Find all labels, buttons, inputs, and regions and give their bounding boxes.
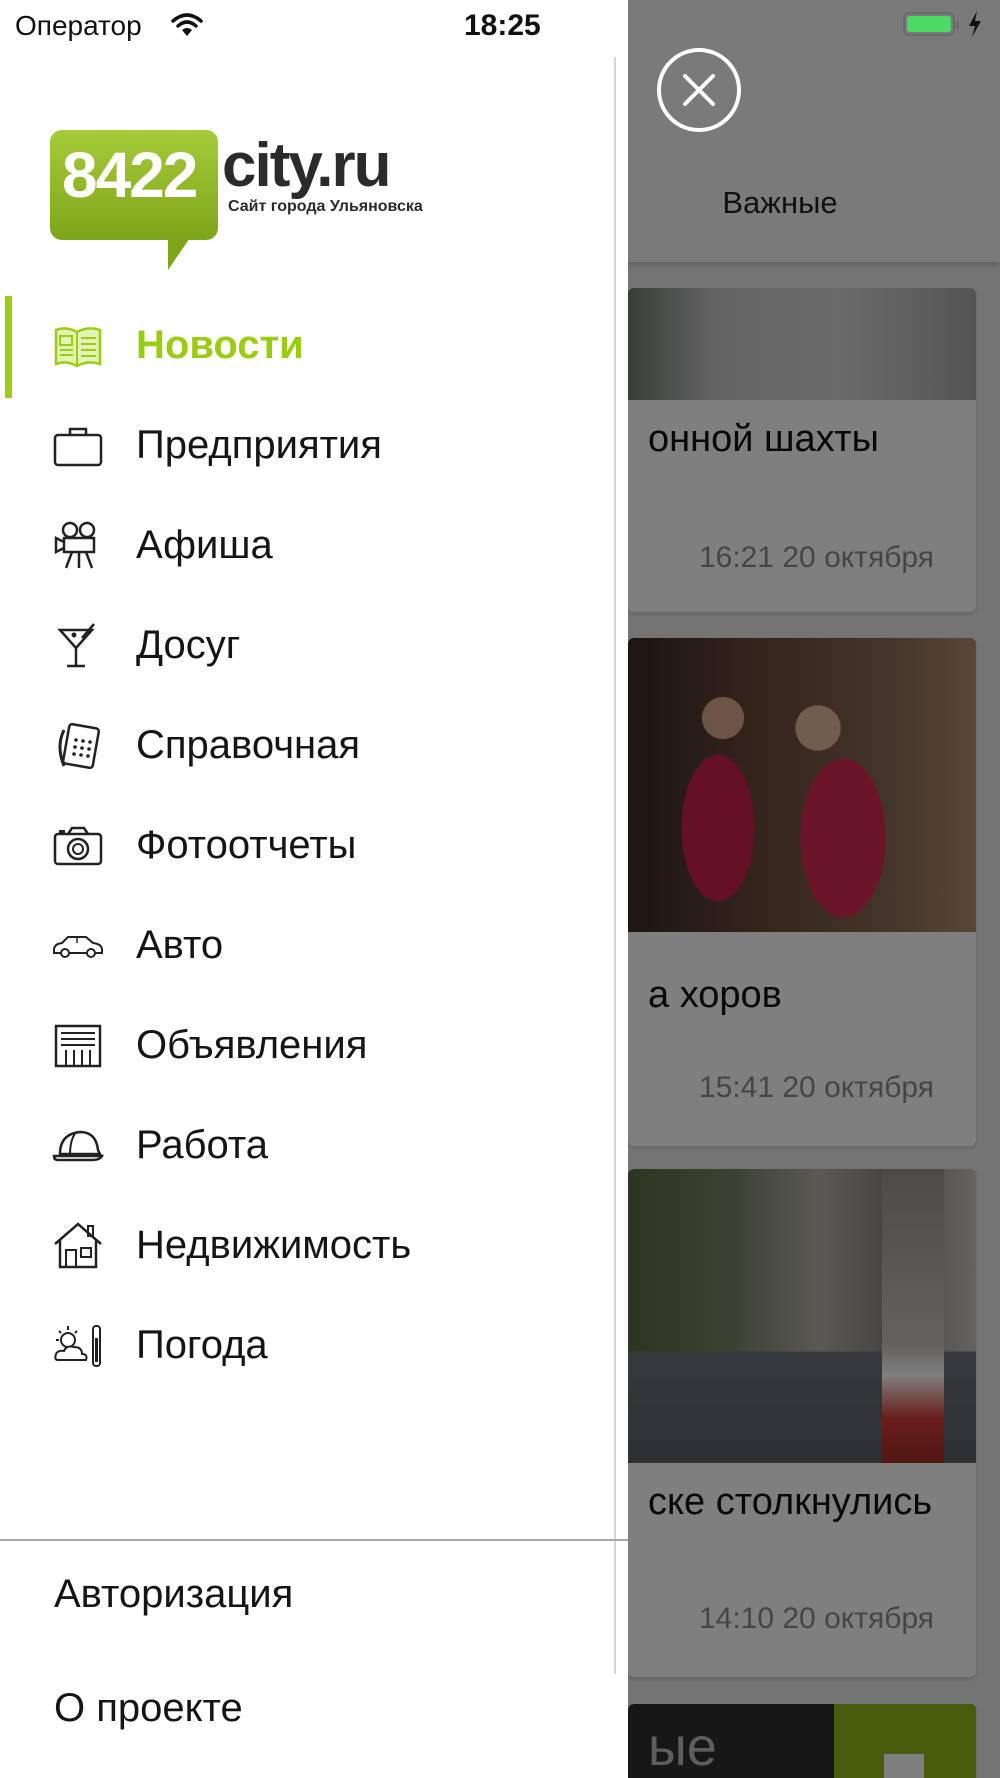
house-icon	[54, 1222, 102, 1269]
menu-item-weather[interactable]: Погода	[0, 1296, 628, 1396]
status-time: 18:25	[464, 9, 541, 42]
weather-icon	[54, 1325, 101, 1367]
menu-item-about[interactable]: О проекте	[0, 1662, 628, 1762]
menu-item-auto[interactable]: Авто	[0, 896, 628, 996]
wifi-icon	[171, 13, 203, 36]
ads-board-icon	[54, 1024, 102, 1068]
menu-item-directory[interactable]: Справочная	[0, 696, 628, 796]
menu-item-label: Недвижимость	[136, 1223, 412, 1267]
menu-divider	[0, 1539, 628, 1541]
logo-site-name: city.ru	[222, 131, 391, 200]
menu-item-jobs[interactable]: Работа	[0, 1096, 628, 1196]
menu-item-label: Авторизация	[54, 1572, 294, 1616]
menu-item-photo-reports[interactable]: Фотоотчеты	[0, 796, 628, 896]
camera-icon	[53, 826, 103, 866]
menu-item-label: Авто	[136, 923, 224, 967]
phone-icon	[58, 722, 101, 770]
menu-item-afisha[interactable]: Афиша	[0, 496, 628, 596]
menu-item-label: Афиша	[136, 523, 273, 567]
menu-item-label: Новости	[136, 323, 304, 367]
status-bar: Оператор 18:25	[0, 0, 1000, 52]
briefcase-icon	[53, 427, 103, 467]
menu-item-label: Объявления	[136, 1023, 368, 1067]
menu-item-label: Досуг	[136, 623, 241, 667]
menu-item-companies[interactable]: Предприятия	[0, 396, 628, 496]
menu-item-label: Работа	[136, 1123, 268, 1167]
menu-item-ads[interactable]: Объявления	[0, 996, 628, 1096]
menu-item-label: Справочная	[136, 723, 361, 767]
newspaper-icon	[54, 327, 102, 368]
side-drawer: 8422 city.ru Сайт города Ульяновска Ново…	[0, 0, 628, 1778]
charging-icon	[969, 11, 981, 37]
battery-icon	[903, 12, 959, 36]
close-icon	[683, 74, 715, 106]
carrier-name: Оператор	[15, 10, 142, 41]
cocktail-icon	[57, 623, 95, 668]
car-icon	[53, 936, 103, 958]
movie-camera-icon	[54, 521, 96, 569]
logo-number: 8422	[62, 139, 198, 211]
menu-item-leisure[interactable]: Досуг	[0, 596, 628, 696]
menu-item-news[interactable]: Новости	[0, 296, 628, 396]
close-menu-button[interactable]	[657, 48, 741, 132]
menu-item-label: Предприятия	[136, 423, 382, 467]
menu-item-realty[interactable]: Недвижимость	[0, 1196, 628, 1296]
logo-tagline: Сайт города Ульяновска	[228, 198, 423, 215]
menu-item-label: О проекте	[54, 1686, 243, 1730]
hard-hat-icon	[52, 1130, 104, 1162]
menu-item-login[interactable]: Авторизация	[0, 1548, 628, 1648]
menu-item-label: Фотоотчеты	[136, 823, 357, 867]
menu-item-label: Погода	[136, 1323, 268, 1367]
